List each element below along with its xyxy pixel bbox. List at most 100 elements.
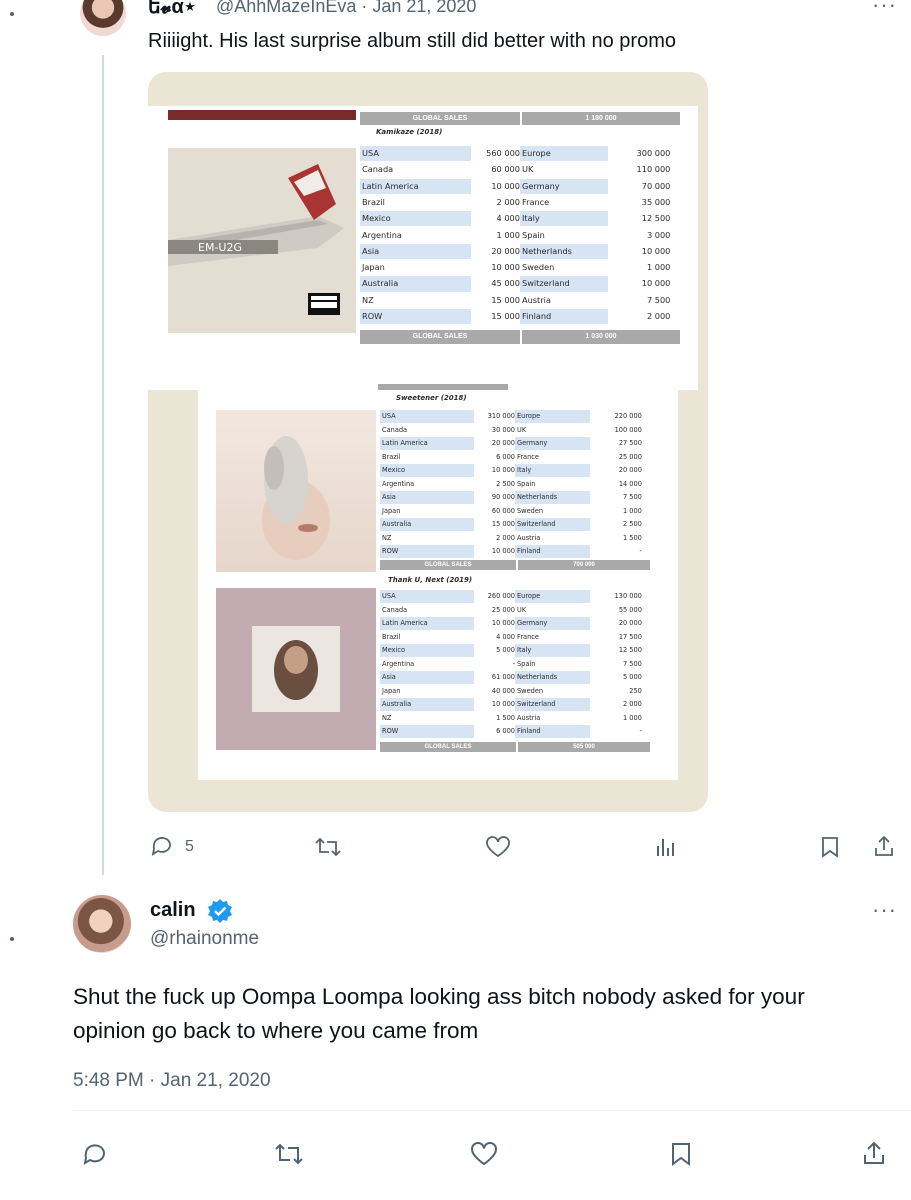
sales-value: 20 000: [491, 245, 520, 256]
more-options-icon[interactable]: ···: [872, 0, 897, 18]
region-label: Latin America: [380, 617, 474, 630]
sales-value: 5 000: [623, 673, 642, 681]
table-row: Brazil 4 000 France 17 500: [380, 630, 650, 643]
avatar[interactable]: [80, 0, 126, 36]
sales-value: 10 000: [491, 180, 520, 191]
region-label: Switzerland: [515, 518, 590, 531]
views-button[interactable]: [655, 836, 677, 858]
tweet-text: Riiiight. His last surprise album still …: [148, 30, 676, 52]
region-label: France: [515, 630, 590, 643]
share-icon: [875, 835, 893, 856]
heart-icon: [486, 836, 510, 858]
sales-value: 1 500: [496, 713, 515, 722]
table-row: Latin America 10 000 Germany 20 000: [380, 617, 650, 630]
analytics-icon: [657, 839, 674, 856]
album-cover-sweetener: [216, 410, 376, 572]
region-label: Spain: [520, 227, 609, 243]
sales-value: 60 000: [491, 164, 520, 175]
table-row: USA 310 000 Europe 220 000: [380, 410, 650, 423]
sales-value: -: [639, 547, 642, 555]
table-row: ROW 15 000 Finland 2 000: [360, 309, 680, 325]
album-title: Thank U, Next (2019): [388, 576, 473, 584]
region-label: UK: [515, 603, 590, 616]
more-options-icon[interactable]: ···: [872, 897, 897, 923]
album-cover-kamikaze: EM-U2G: [168, 148, 356, 333]
sales-value: 17 500: [618, 632, 642, 641]
bookmark-icon: [822, 837, 838, 858]
table-row: ROW 10 000 Finland -: [380, 545, 650, 558]
handle[interactable]: @rhainonme: [150, 928, 259, 950]
reply-icon: [151, 837, 171, 856]
region-label: Brazil: [380, 450, 474, 463]
display-name[interactable]: calin: [150, 899, 196, 922]
region-label: Asia: [360, 243, 471, 260]
avatar[interactable]: [73, 895, 131, 953]
heart-icon: [471, 1142, 497, 1166]
reply-button[interactable]: [150, 835, 174, 857]
table-row: Brazil 6 000 France 25 000: [380, 450, 650, 463]
like-button[interactable]: [485, 836, 511, 858]
region-label: Asia: [380, 491, 474, 504]
sales-value: 45 000: [491, 278, 520, 289]
sales-sheet-kamikaze: EM-U2G GLOBAL SALES 1 180 000 Kamikaze (…: [148, 106, 698, 390]
table-row: Argentina - Spain 7 500: [380, 657, 650, 670]
region-label: UK: [515, 423, 590, 436]
global-sales-total: 700 000: [518, 560, 650, 570]
bookmark-button[interactable]: [670, 1142, 692, 1166]
retweet-icon: [315, 837, 341, 857]
retweet-button[interactable]: [274, 1142, 304, 1166]
reply-icon: [83, 1144, 105, 1166]
region-label: Austria: [515, 711, 590, 724]
album-strip: [168, 110, 356, 120]
region-label: Netherlands: [515, 671, 590, 684]
tweet-media[interactable]: EM-U2G GLOBAL SALES 1 180 000 Kamikaze (…: [148, 72, 708, 812]
display-name[interactable]: ե𝓿α⋆: [148, 0, 196, 19]
region-label: Europe: [515, 590, 590, 603]
region-label: Australia: [360, 276, 471, 292]
region-label: ROW: [380, 725, 474, 738]
sales-value: 20 000: [491, 439, 515, 447]
table-row: Argentina 2 500 Spain 14 000: [380, 477, 650, 490]
sales-value: 60 000: [491, 506, 515, 515]
region-label: USA: [380, 590, 474, 603]
sales-value: 2 000: [496, 533, 515, 542]
sales-value: 55 000: [618, 605, 642, 614]
tweet-text: Shut the fuck up Oompa Loompa looking as…: [73, 984, 805, 1043]
divider: [73, 1110, 911, 1111]
svg-text:EM-U2G: EM-U2G: [198, 241, 242, 254]
share-button[interactable]: [873, 834, 895, 858]
table-row: Australia 10 000 Switzerland 2 000: [380, 698, 650, 711]
region-label: Mexico: [380, 464, 474, 477]
handle-and-date[interactable]: @AhhMazeInEva · Jan 21, 2020: [216, 0, 476, 17]
retweet-button[interactable]: [314, 836, 342, 858]
bookmark-icon: [672, 1143, 690, 1166]
region-label: ROW: [380, 545, 474, 558]
region-label: Japan: [360, 260, 471, 276]
region-label: Brazil: [380, 630, 474, 643]
bookmark-button[interactable]: [820, 836, 840, 858]
sales-value: 3 000: [646, 229, 671, 240]
region-label: USA: [360, 146, 471, 162]
timestamp[interactable]: 5:48 PM · Jan 21, 2020: [73, 1070, 271, 1092]
sales-value: 7 500: [623, 493, 642, 501]
edge-dot: [10, 937, 14, 941]
region-label: Finland: [520, 309, 609, 325]
sales-value: 2 000: [496, 196, 520, 207]
table-row: Canada 60 000 UK 110 000: [360, 162, 680, 178]
region-label: NZ: [380, 711, 474, 724]
table-row: Canada 25 000 UK 55 000: [380, 603, 650, 616]
sales-value: 40 000: [491, 686, 515, 695]
global-sales-footer: GLOBAL SALES: [360, 330, 520, 344]
table-row: Asia 20 000 Netherlands 10 000: [360, 243, 680, 260]
share-button[interactable]: [862, 1140, 886, 1166]
region-label: USA: [380, 410, 474, 423]
sales-value: 70 000: [641, 180, 671, 191]
region-label: Finland: [515, 545, 590, 558]
sales-value: 10 000: [491, 619, 515, 627]
table-row: Mexico 4 000 Italy 12 500: [360, 211, 680, 227]
reply-button[interactable]: [82, 1142, 108, 1166]
region-label: Italy: [515, 464, 590, 477]
like-button[interactable]: [470, 1142, 498, 1166]
region-label: Netherlands: [515, 491, 590, 504]
sales-value: 10 000: [491, 700, 515, 708]
